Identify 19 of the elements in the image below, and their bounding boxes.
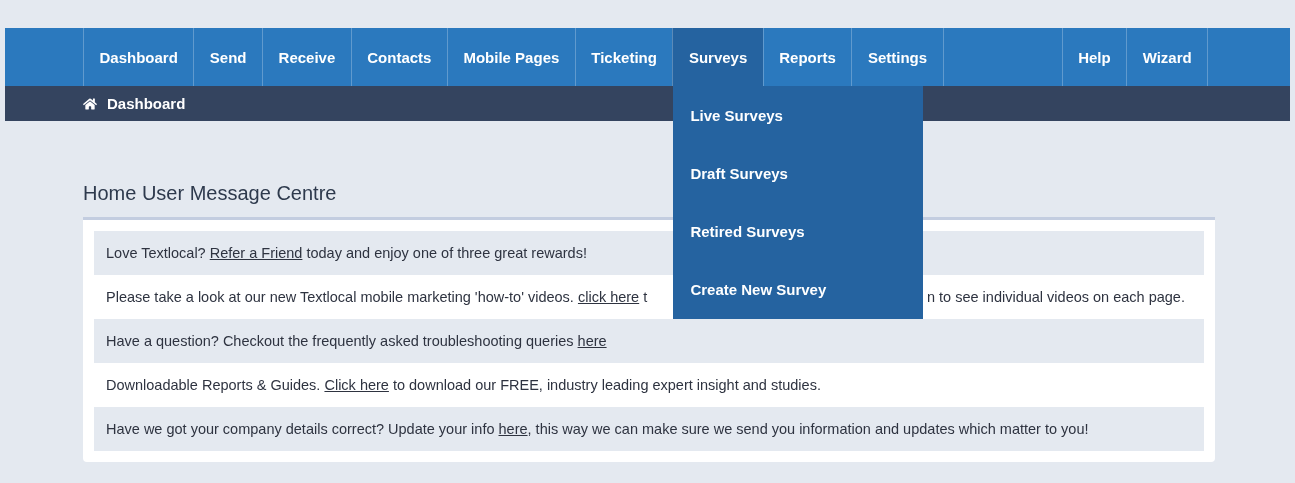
message-text: Love Textlocal? Refer a Friend today and enjoy one of three great rewards! — [106, 245, 587, 261]
message-link[interactable]: Refer a Friend — [209, 245, 303, 261]
message-link[interactable]: here — [498, 421, 528, 437]
message-text: Have we got your company details correct? Update your info here, this way we can make sure we send you information and updates which matter to you! — [106, 421, 1089, 437]
message-text: Have a question? Checkout the frequently asked troubleshooting queries here — [106, 333, 607, 349]
menu-item[interactable]: Live Surveys — [673, 86, 924, 144]
menu-item[interactable]: Draft Surveys — [673, 144, 924, 202]
message-link[interactable]: Click here — [324, 377, 389, 393]
breadcrumb-item[interactable]: Dashboard — [107, 95, 186, 112]
section-title: Home User Message Centre — [83, 182, 338, 205]
menu-item[interactable]: Retired Surveys — [673, 202, 924, 260]
message-link[interactable]: here — [577, 333, 607, 349]
message-text: Downloadable Reports & Guides. Click here to download our FREE, industry leading expert insight and studies. — [106, 377, 821, 393]
message-text: Please take a look at our new Textlocal mobile marketing 'how-to' videos. click here t — [106, 289, 648, 305]
home-icon — [83, 96, 97, 111]
menu-item[interactable]: Create New Survey — [673, 260, 924, 318]
message-link[interactable]: click here — [577, 289, 640, 305]
message-text: n to see individual videos on each page. — [927, 289, 1185, 305]
nav-tab[interactable]: Reports — [762, 28, 852, 86]
